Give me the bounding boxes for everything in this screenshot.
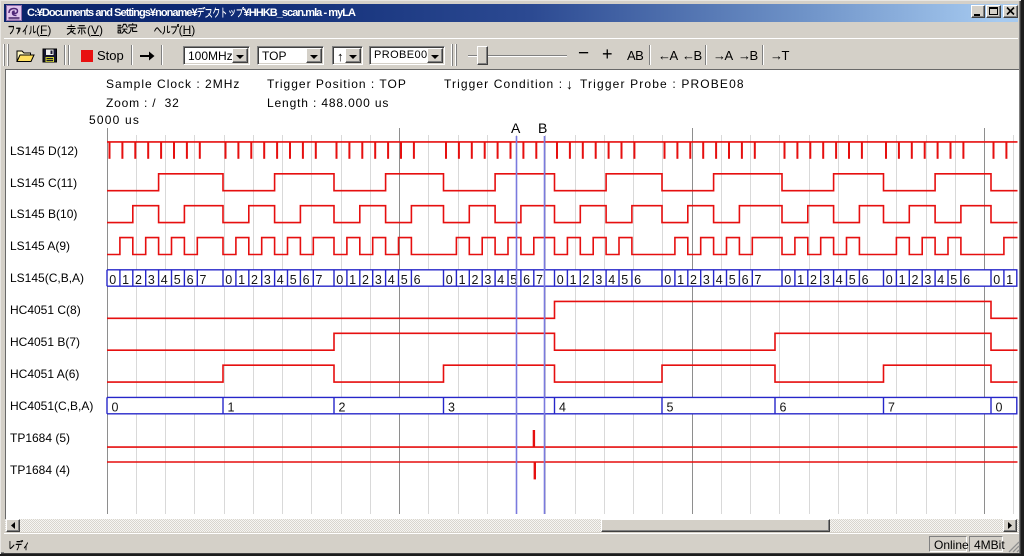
svg-text:4: 4: [716, 273, 723, 287]
svg-text:5: 5: [729, 273, 736, 287]
svg-text:1: 1: [570, 273, 577, 287]
svg-text:5: 5: [290, 273, 297, 287]
svg-text:2: 2: [583, 273, 590, 287]
svg-text:1: 1: [1006, 273, 1013, 287]
svg-text:5: 5: [950, 273, 957, 287]
svg-text:6: 6: [634, 273, 641, 287]
svg-text:2: 2: [690, 273, 697, 287]
svg-text:1: 1: [122, 273, 129, 287]
svg-text:3: 3: [924, 273, 931, 287]
svg-text:4: 4: [388, 273, 395, 287]
svg-text:3: 3: [375, 273, 382, 287]
svg-text:7: 7: [200, 273, 207, 287]
svg-text:4: 4: [277, 273, 284, 287]
svg-text:4: 4: [559, 401, 566, 415]
svg-text:0: 0: [112, 401, 119, 415]
svg-text:1: 1: [349, 273, 356, 287]
svg-text:2: 2: [339, 401, 346, 415]
svg-text:5: 5: [667, 401, 674, 415]
svg-text:0: 0: [993, 273, 1000, 287]
svg-text:3: 3: [484, 273, 491, 287]
svg-text:2: 2: [810, 273, 817, 287]
svg-text:2: 2: [362, 273, 369, 287]
svg-text:3: 3: [595, 273, 602, 287]
svg-text:1: 1: [459, 273, 466, 287]
svg-text:0: 0: [784, 273, 791, 287]
svg-text:2: 2: [135, 273, 142, 287]
svg-text:0: 0: [336, 273, 343, 287]
svg-text:1: 1: [238, 273, 245, 287]
svg-text:3: 3: [264, 273, 271, 287]
svg-text:6: 6: [780, 401, 787, 415]
svg-text:4: 4: [836, 273, 843, 287]
svg-text:5: 5: [849, 273, 856, 287]
svg-text:3: 3: [823, 273, 830, 287]
svg-text:4: 4: [161, 273, 168, 287]
svg-text:5: 5: [174, 273, 181, 287]
svg-text:7: 7: [755, 273, 762, 287]
svg-text:1: 1: [797, 273, 804, 287]
svg-text:5: 5: [401, 273, 408, 287]
svg-text:1: 1: [899, 273, 906, 287]
svg-text:0: 0: [109, 273, 116, 287]
svg-text:0: 0: [996, 401, 1003, 415]
svg-text:4: 4: [608, 273, 615, 287]
svg-text:6: 6: [414, 273, 421, 287]
svg-text:0: 0: [225, 273, 232, 287]
svg-text:0: 0: [886, 273, 893, 287]
svg-text:7: 7: [316, 273, 323, 287]
svg-text:3: 3: [148, 273, 155, 287]
svg-text:3: 3: [448, 401, 455, 415]
svg-text:7: 7: [536, 273, 543, 287]
svg-text:6: 6: [963, 273, 970, 287]
svg-text:6: 6: [523, 273, 530, 287]
svg-text:0: 0: [664, 273, 671, 287]
svg-text:0: 0: [446, 273, 453, 287]
svg-text:2: 2: [912, 273, 919, 287]
svg-text:7: 7: [888, 401, 895, 415]
svg-text:6: 6: [742, 273, 749, 287]
svg-text:2: 2: [472, 273, 479, 287]
svg-text:6: 6: [187, 273, 194, 287]
svg-text:4: 4: [937, 273, 944, 287]
svg-text:3: 3: [703, 273, 710, 287]
svg-text:6: 6: [303, 273, 310, 287]
svg-text:0: 0: [557, 273, 564, 287]
svg-text:1: 1: [228, 401, 235, 415]
svg-text:2: 2: [251, 273, 258, 287]
svg-text:1: 1: [677, 273, 684, 287]
svg-text:5: 5: [621, 273, 628, 287]
svg-text:4: 4: [497, 273, 504, 287]
svg-text:6: 6: [862, 273, 869, 287]
